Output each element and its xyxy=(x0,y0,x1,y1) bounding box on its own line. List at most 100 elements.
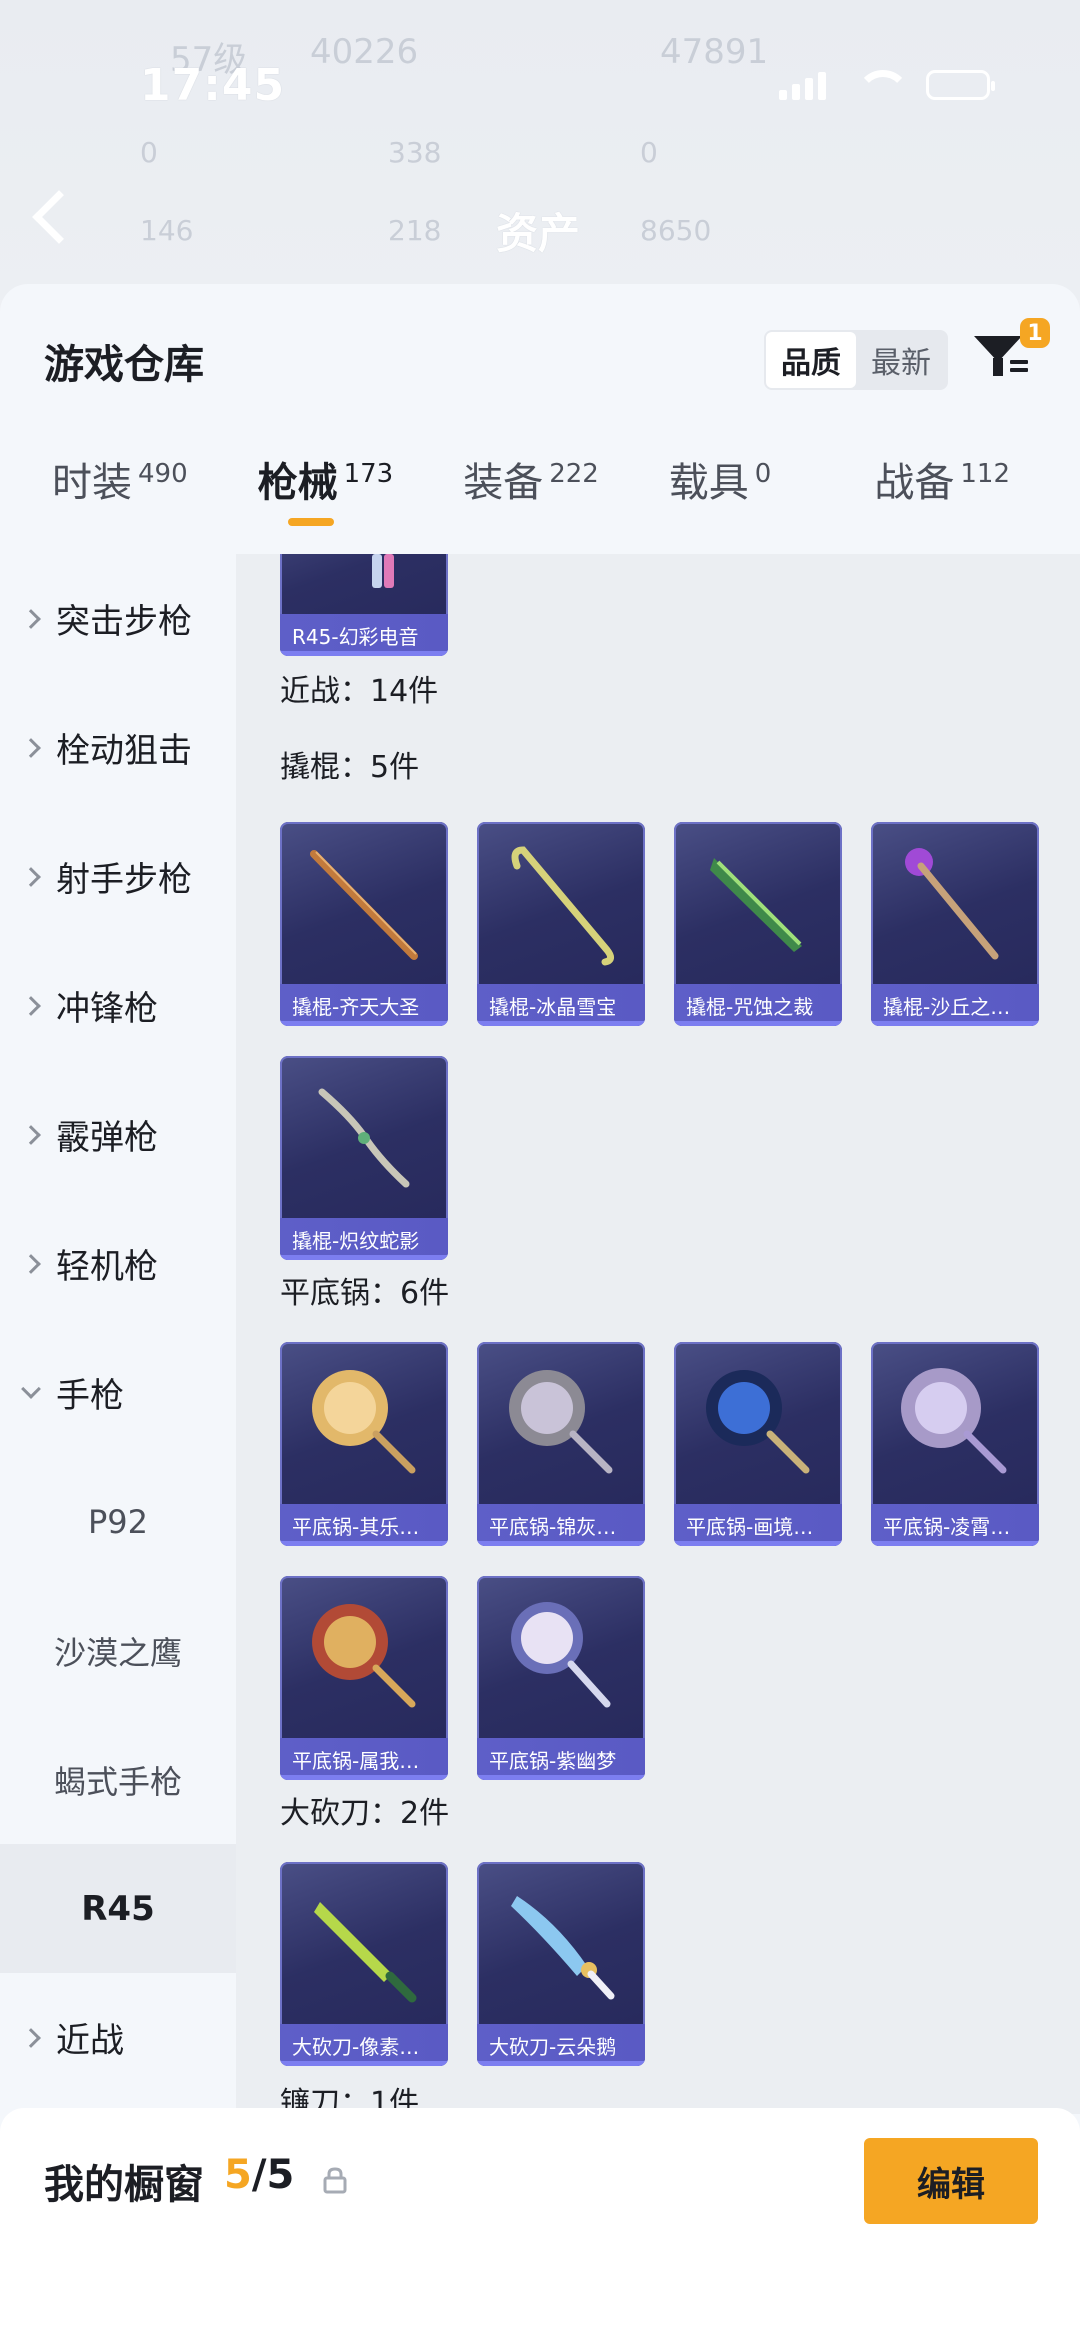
sort-toggle: 品质 最新 xyxy=(764,330,948,390)
tab-firearms[interactable]: 枪械 173 xyxy=(258,414,464,542)
pan-art xyxy=(901,1368,1007,1474)
back-icon[interactable] xyxy=(32,190,86,244)
sidebar-subitem-p92[interactable]: P92 xyxy=(0,1457,236,1586)
tab-label: 装备 xyxy=(463,460,544,506)
group-label-crowbar: 撬棍：5件 xyxy=(280,750,420,785)
tab-count: 222 xyxy=(549,459,599,489)
tab-label: 枪械 xyxy=(257,460,338,506)
sidebar-item-label: 沙漠之鹰 xyxy=(53,1633,182,1672)
item-card[interactable]: 平底锅-画境… xyxy=(674,1342,842,1546)
sidebar-item-label: 突击步枪 xyxy=(56,602,192,642)
wifi-icon xyxy=(854,70,910,100)
item-card[interactable]: 平底锅-锦灰… xyxy=(477,1342,645,1546)
sidebar-item-label: 栓动狙击 xyxy=(56,731,192,771)
item-name: 大砍刀-云朵鹅 xyxy=(477,2024,645,2066)
sidebar-subitem-desert-eagle[interactable]: 沙漠之鹰 xyxy=(0,1586,236,1715)
tab-label: 时装 xyxy=(52,460,132,506)
tab-fashion[interactable]: 时装 490 xyxy=(52,414,258,542)
sidebar-item-melee[interactable]: 近战 xyxy=(0,1973,236,2102)
item-card[interactable]: 撬棍-齐天大圣 xyxy=(280,822,448,1026)
stat-row3-c: 8650 xyxy=(640,214,712,247)
chevron-down-icon xyxy=(21,1378,41,1399)
sidebar-item-lmg[interactable]: 轻机枪 xyxy=(0,1199,236,1328)
item-name: 撬棍-咒蚀之裁 xyxy=(674,984,842,1026)
edit-button[interactable]: 编辑 xyxy=(864,2138,1038,2224)
item-name: R45-幻彩电音 xyxy=(280,614,448,656)
stat-row3-b: 218 xyxy=(388,214,442,247)
group-label-melee: 近战：14件 xyxy=(280,674,439,709)
item-card[interactable]: 撬棍-冰晶雪宝 xyxy=(477,822,645,1026)
lock-icon xyxy=(323,2167,347,2194)
crowbar-art xyxy=(710,858,802,952)
sidebar-item-bolt-sniper[interactable]: 栓动狙击 xyxy=(0,683,236,812)
chevron-right-icon xyxy=(21,2027,41,2048)
sidebar-item-assault-rifle[interactable]: 突击步枪 xyxy=(0,554,236,683)
item-card[interactable]: 平底锅-凌霄… xyxy=(871,1342,1039,1546)
sort-quality-button[interactable]: 品质 xyxy=(766,332,856,388)
status-time: 17:45 xyxy=(140,60,286,111)
chevron-right-icon xyxy=(21,995,41,1016)
crowbar-art xyxy=(310,850,418,960)
item-card[interactable]: 平底锅-属我… xyxy=(280,1576,448,1780)
tab-equipment[interactable]: 装备 222 xyxy=(463,414,669,542)
crowbar-art xyxy=(318,1088,410,1188)
sidebar-item-label: 霰弹枪 xyxy=(56,1118,158,1158)
tab-vehicles[interactable]: 载具 0 xyxy=(669,414,875,542)
sidebar-item-shotgun[interactable]: 霰弹枪 xyxy=(0,1070,236,1199)
stat-row3-a: 146 xyxy=(140,214,194,247)
tab-label: 载具 xyxy=(668,460,749,506)
item-card[interactable]: 撬棍-沙丘之… xyxy=(871,822,1039,1026)
item-name: 平底锅-紫幽梦 xyxy=(477,1738,645,1780)
sort-latest-button[interactable]: 最新 xyxy=(856,332,946,388)
showcase-total: /5 xyxy=(251,2152,295,2198)
item-name: 撬棍-齐天大圣 xyxy=(280,984,448,1026)
stat-b: 47891 xyxy=(660,32,769,72)
crowbar-art xyxy=(511,846,614,966)
pan-art xyxy=(312,1370,416,1474)
item-name: 平底锅-凌霄… xyxy=(871,1504,1039,1546)
battery-icon xyxy=(926,70,995,100)
showcase-current: 5 xyxy=(224,2152,252,2198)
status-icons xyxy=(779,70,995,100)
filter-badge: 1 xyxy=(1020,318,1050,348)
tab-supplies[interactable]: 战备 112 xyxy=(874,414,1080,542)
item-name: 撬棍-冰晶雪宝 xyxy=(477,984,645,1026)
item-card[interactable]: 撬棍-咒蚀之裁 xyxy=(674,822,842,1026)
tab-count: 490 xyxy=(138,459,188,489)
sidebar-subitem-r45[interactable]: R45 xyxy=(0,1844,236,1973)
sidebar-item-pistol[interactable]: 手枪 xyxy=(0,1328,236,1457)
stat-row2-a: 0 xyxy=(140,136,158,169)
pan-art xyxy=(511,1602,611,1708)
chevron-right-icon xyxy=(21,1124,41,1145)
filter-button[interactable]: 1 xyxy=(974,318,1050,382)
machete-art xyxy=(314,1902,417,2003)
pan-art xyxy=(509,1370,613,1474)
item-name: 平底锅-其乐… xyxy=(280,1504,448,1546)
sidebar-item-label: 蝎式手枪 xyxy=(53,1762,182,1801)
item-name: 平底锅-属我… xyxy=(280,1738,448,1780)
sidebar-item-label: 射手步枪 xyxy=(56,860,192,900)
item-card[interactable]: 撬棍-炽纹蛇影 xyxy=(280,1056,448,1260)
category-tabs: 时装 490 枪械 173 装备 222 载具 0 战备 112 xyxy=(0,414,1080,542)
item-card[interactable]: R45-幻彩电音 xyxy=(280,554,448,656)
sheet-title: 游戏仓库 xyxy=(44,342,204,388)
tab-label: 战备 xyxy=(874,460,955,506)
item-card[interactable]: 大砍刀-云朵鹅 xyxy=(477,1862,645,2066)
sidebar-subitem-scorpion[interactable]: 蝎式手枪 xyxy=(0,1715,236,1844)
sidebar-item-marksman-rifle[interactable]: 射手步枪 xyxy=(0,812,236,941)
sheet-header: 游戏仓库 品质 最新 1 xyxy=(0,284,1080,414)
tab-count: 112 xyxy=(960,459,1011,489)
tab-count: 173 xyxy=(343,459,394,489)
stat-a: 40226 xyxy=(310,32,419,72)
sidebar-item-smg[interactable]: 冲锋枪 xyxy=(0,941,236,1070)
item-card[interactable]: 平底锅-其乐… xyxy=(280,1342,448,1546)
crowbar-art xyxy=(905,848,999,960)
item-name: 平底锅-画境… xyxy=(674,1504,842,1546)
signal-icon xyxy=(779,70,826,100)
sidebar-item-label: 轻机枪 xyxy=(56,1247,158,1287)
item-card[interactable]: 大砍刀-像素… xyxy=(280,1862,448,2066)
item-card[interactable]: 平底锅-紫幽梦 xyxy=(477,1576,645,1780)
item-name: 撬棍-沙丘之… xyxy=(871,984,1039,1026)
chevron-right-icon xyxy=(21,866,41,887)
tab-count: 0 xyxy=(754,459,772,489)
